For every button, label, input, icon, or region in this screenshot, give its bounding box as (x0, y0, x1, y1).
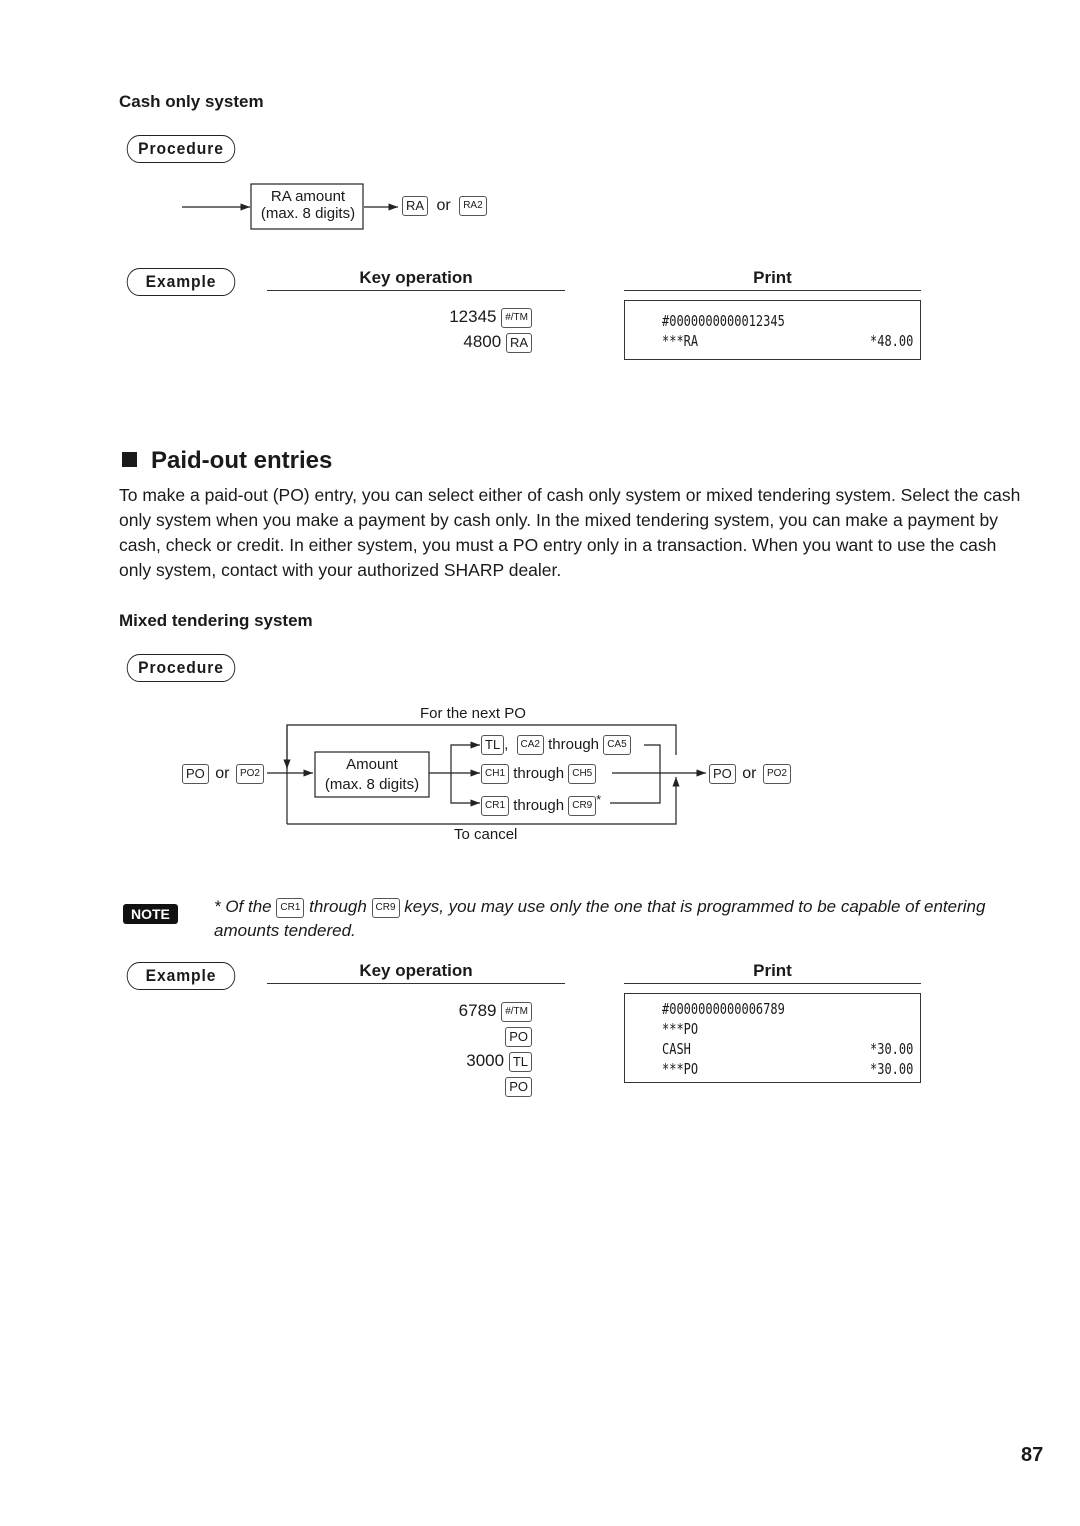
section-title: Paid-out entries (122, 447, 332, 475)
mixed-tendering-heading: Mixed tendering system (119, 611, 313, 630)
start-keys: PO or PO2 (182, 764, 264, 784)
receipt-value: *48.00 (870, 332, 914, 350)
note-prefix: * Of the (214, 897, 272, 916)
amount-box-text: Amount (max. 8 digits) (315, 755, 429, 795)
amount-line2: (max. 8 digits) (324, 776, 420, 793)
ra-amount-line1: RA amount (270, 188, 346, 205)
po-key: PO (709, 764, 736, 784)
cr1-key: CR1 (481, 796, 510, 817)
receipt-print: #0000000000006789 ***PO CASH *30.00 ***P… (624, 993, 921, 1083)
branch-arrow-bottom (450, 773, 480, 807)
cr9-key: CR9 (568, 796, 597, 817)
receipt-label: CASH (662, 1040, 691, 1058)
receipt-label: #0000000000012345 (662, 312, 785, 330)
key-op-amount: 12345 (449, 307, 497, 326)
print-header: Print (624, 961, 921, 984)
cash-only-heading: Cash only system (119, 92, 264, 111)
procedure-label: Procedure (126, 654, 236, 682)
key-op-row: 6789 #/TM (380, 998, 532, 1023)
section-bullet-icon (122, 452, 137, 467)
amount-line1: Amount (346, 756, 398, 773)
receipt-label: #0000000000006789 (662, 1000, 785, 1018)
cr9-key: CR9 (371, 897, 400, 918)
note-text: * Of the CR1 through CR9 keys, you may u… (214, 895, 994, 943)
asterisk-mark: * (596, 793, 602, 807)
through-text: through (513, 764, 565, 782)
po-key: PO (505, 1026, 532, 1047)
through-text: through (513, 797, 565, 814)
tm-key: #/TM (501, 307, 532, 328)
key-op-row: 3000 TL (380, 1048, 532, 1073)
tl-key: TL (481, 735, 505, 755)
receipt-line: ***PO (662, 1019, 868, 1039)
receipt-print: #0000000000012345 ***RA *48.00 (624, 300, 921, 360)
ra-amount-box-text: RA amount (max. 8 digits) (252, 188, 364, 222)
through-text: through (548, 735, 600, 753)
key-operation-header: Key operation (267, 268, 565, 291)
receipt-line: ***RA *48.00 (662, 331, 913, 351)
receipt-label: ***RA (662, 332, 699, 350)
procedure-label: Procedure (126, 135, 236, 163)
receipt-line: #0000000000006789 (662, 999, 868, 1019)
branch-arrow-top (450, 741, 480, 773)
receipt-line: #0000000000012345 (662, 311, 868, 331)
key-op-amount: 4800 (463, 332, 502, 351)
po2-key: PO2 (235, 764, 264, 784)
key-op-row: PO (380, 1023, 532, 1048)
receipt-label: ***PO (662, 1020, 699, 1038)
ca5-key: CA5 (603, 735, 631, 755)
branch-row-cr: CR1 through CR9 * (481, 793, 602, 817)
note-badge: NOTE (123, 904, 178, 924)
ca2-key: CA2 (516, 735, 544, 755)
or-text: or (436, 197, 451, 215)
key-operation-header: Key operation (267, 961, 565, 984)
example-label: Example (126, 962, 236, 990)
comma: , (504, 735, 509, 753)
po-key: PO (182, 764, 209, 784)
receipt-line: CASH *30.00 (662, 1039, 913, 1059)
or-text: or (742, 765, 757, 783)
ra-amount-line2: (max. 8 digits) (260, 205, 356, 222)
end-keys: PO or PO2 (709, 764, 791, 784)
key-op-row: PO (380, 1073, 532, 1098)
branch-row-tl-ca: TL, CA2 through CA5 (481, 735, 631, 755)
print-header: Print (624, 268, 921, 291)
tl-key: TL (508, 1051, 532, 1072)
key-op-row: 12345 #/TM (380, 304, 532, 329)
receipt-label: ***PO (662, 1060, 699, 1078)
paid-out-description: To make a paid-out (PO) entry, you can s… (119, 485, 1021, 580)
key-op-amount: 6789 (458, 1001, 497, 1020)
ra2-key: RA2 (459, 196, 487, 216)
example-label: Example (126, 268, 236, 296)
ra-key: RA (402, 196, 429, 216)
branch-row-ch: CH1 through CH5 (481, 764, 597, 784)
loop-top-label: For the next PO (420, 705, 526, 722)
key-op-amount: 3000 (466, 1051, 505, 1070)
key-operation-list: 6789 #/TM PO 3000 TL PO (380, 998, 532, 1098)
section-title-text: Paid-out entries (151, 447, 333, 474)
receipt-line: ***PO *30.00 (662, 1059, 913, 1079)
receipt-value: *30.00 (870, 1060, 914, 1078)
loop-bottom-label: To cancel (454, 826, 518, 843)
receipt-value: *30.00 (870, 1040, 914, 1058)
note-through: through (309, 897, 367, 916)
key-op-row: 4800 RA (380, 329, 532, 354)
po-key: PO (505, 1076, 532, 1097)
ch5-key: CH5 (568, 764, 597, 784)
ra-key: RA (505, 332, 532, 353)
po2-key: PO2 (762, 764, 791, 784)
cr1-key: CR1 (276, 897, 305, 918)
ch1-key: CH1 (481, 764, 510, 784)
page-number: 87 (1021, 1444, 1044, 1466)
tm-key: #/TM (501, 1001, 532, 1022)
or-text: or (215, 765, 230, 783)
ra-keys: RA or RA2 (402, 196, 487, 216)
key-operation-list: 12345 #/TM 4800 RA (380, 304, 532, 354)
